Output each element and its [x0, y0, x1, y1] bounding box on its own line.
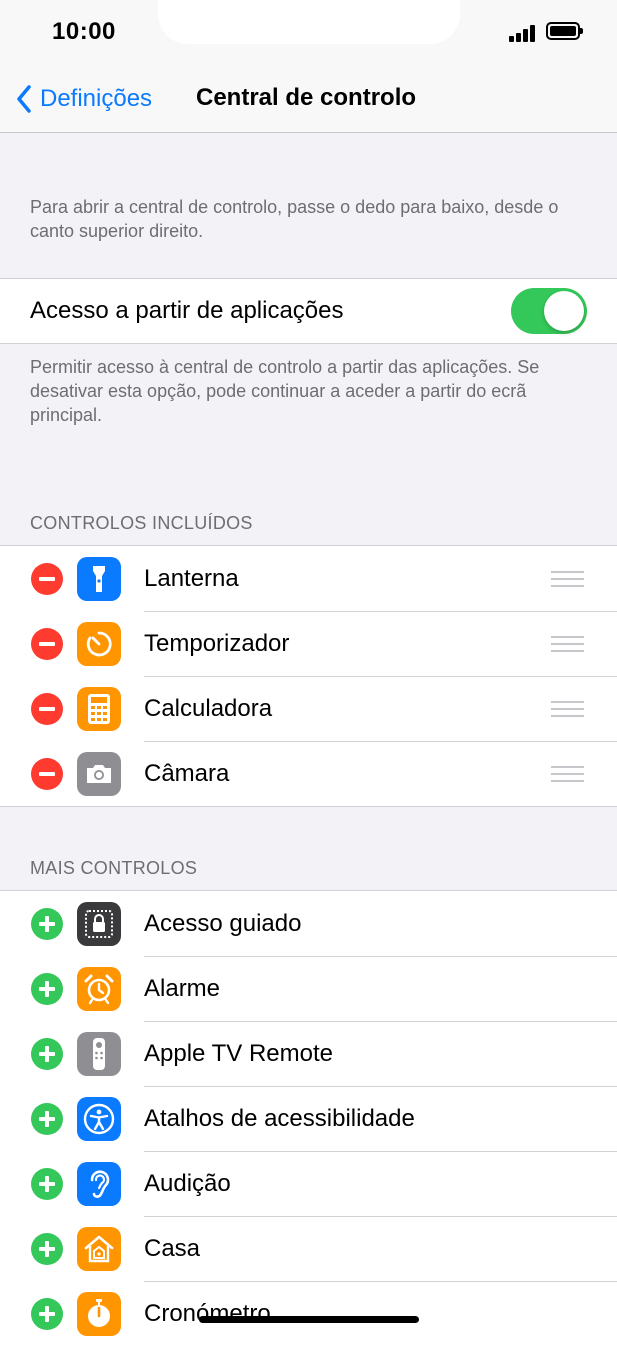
add-button[interactable]: [31, 1233, 63, 1265]
included-controls-list: Lanterna Temporizador Calculadora Câmara: [0, 545, 617, 807]
calculator-icon: [77, 687, 121, 731]
add-button[interactable]: [31, 1168, 63, 1200]
list-item: Câmara: [0, 741, 617, 806]
reorder-handle[interactable]: [551, 636, 584, 652]
status-bar: 10:00: [0, 0, 617, 70]
remove-button[interactable]: [31, 563, 63, 595]
item-label: Atalhos de acessibilidade: [144, 1105, 415, 1132]
included-section-header: CONTROLOS INCLUÍDOS: [30, 513, 253, 533]
item-label: Audição: [144, 1170, 231, 1197]
item-label: Apple TV Remote: [144, 1040, 333, 1067]
remove-button[interactable]: [31, 693, 63, 725]
access-toggle-switch[interactable]: [511, 288, 587, 334]
add-button[interactable]: [31, 973, 63, 1005]
list-item: Alarme: [0, 956, 617, 1021]
item-label: Cronómetro: [144, 1300, 271, 1327]
cellular-signal-icon: [509, 24, 537, 42]
home-icon: [77, 1227, 121, 1271]
access-description: Permitir acesso à central de controlo a …: [30, 357, 540, 425]
list-item: Apple TV Remote: [0, 1021, 617, 1086]
item-label: Alarme: [144, 975, 221, 1002]
list-item: Casa: [0, 1216, 617, 1281]
switch-knob: [544, 291, 584, 331]
notch: [158, 0, 460, 44]
guided-access-icon: [77, 902, 121, 946]
item-label: Calculadora: [144, 695, 273, 722]
remove-button[interactable]: [31, 758, 63, 790]
add-button[interactable]: [31, 908, 63, 940]
back-button[interactable]: Definições: [16, 82, 152, 116]
item-label: Câmara: [144, 760, 230, 787]
battery-icon: [546, 22, 583, 40]
more-controls-list: Acesso guiado Alarme Apple TV Remote Ata…: [0, 890, 617, 1346]
list-item: Audição: [0, 1151, 617, 1216]
navigation-bar: Definições Central de controlo: [0, 70, 617, 133]
item-label: Acesso guiado: [144, 910, 302, 937]
home-indicator: [199, 1316, 419, 1323]
list-item: Acesso guiado: [0, 891, 617, 956]
alarm-icon: [77, 967, 121, 1011]
access-toggle-label: Acesso a partir de aplicações: [30, 297, 344, 324]
accessibility-icon: [77, 1097, 121, 1141]
remove-button[interactable]: [31, 628, 63, 660]
more-section-header: MAIS CONTROLOS: [30, 858, 198, 878]
list-item: Calculadora: [0, 676, 617, 741]
reorder-handle[interactable]: [551, 766, 584, 782]
access-row: Acesso a partir de aplicações: [0, 279, 617, 343]
flashlight-icon: [77, 557, 121, 601]
chevron-left-icon: [17, 85, 31, 113]
hearing-icon: [77, 1162, 121, 1206]
list-item: Temporizador: [0, 611, 617, 676]
page-title: Central de controlo: [196, 84, 417, 111]
item-label: Temporizador: [144, 630, 290, 657]
item-label: Lanterna: [144, 565, 239, 592]
list-item: Lanterna: [0, 546, 617, 611]
access-group: Acesso a partir de aplicações: [0, 278, 617, 344]
add-button[interactable]: [31, 1103, 63, 1135]
tv-remote-icon: [77, 1032, 121, 1076]
camera-icon: [77, 752, 121, 796]
list-item: Atalhos de acessibilidade: [0, 1086, 617, 1151]
intro-text: Para abrir a central de controlo, passe …: [30, 197, 559, 241]
item-label: Casa: [144, 1235, 201, 1262]
reorder-handle[interactable]: [551, 701, 584, 717]
back-label: Definições: [40, 85, 153, 112]
reorder-handle[interactable]: [551, 571, 584, 587]
timer-icon: [77, 622, 121, 666]
add-button[interactable]: [31, 1038, 63, 1070]
list-item: Cronómetro: [0, 1281, 617, 1346]
stopwatch-icon: [77, 1292, 121, 1336]
status-time: 10:00: [52, 18, 116, 45]
add-button[interactable]: [31, 1298, 63, 1330]
